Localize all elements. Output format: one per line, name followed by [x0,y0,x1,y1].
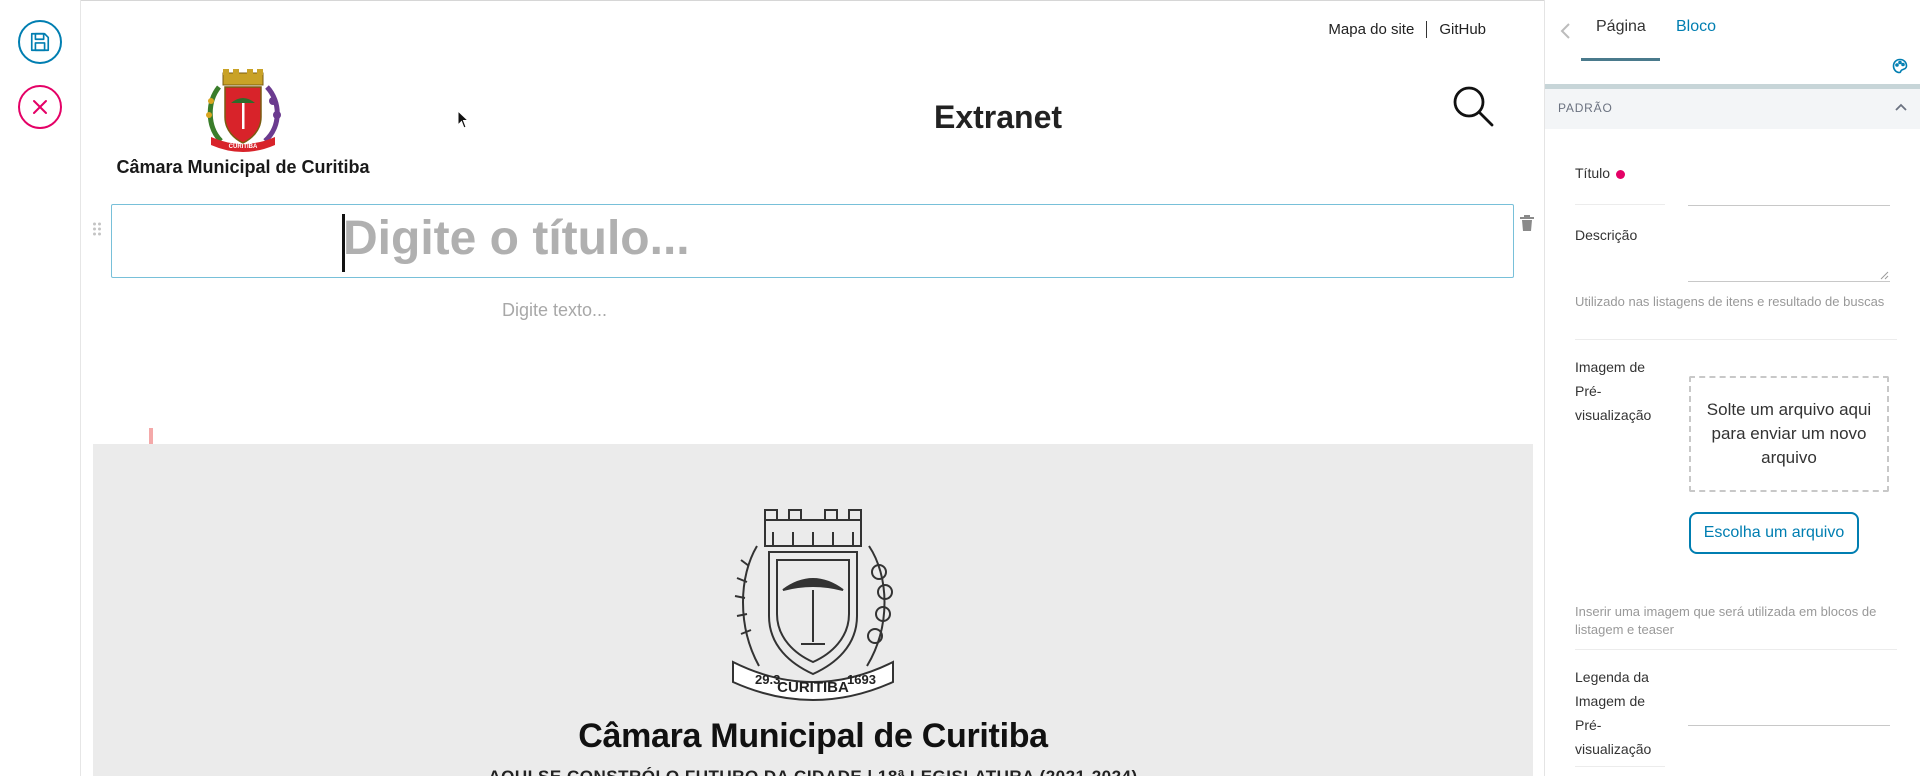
close-icon [33,100,47,114]
save-button[interactable] [18,20,62,64]
field-divider [1575,204,1665,205]
titulo-label: Título [1575,161,1626,185]
section-label: PADRÃO [1558,101,1613,115]
search-button[interactable] [1452,85,1496,129]
right-sidebar: Página Bloco PADRÃO Título Descrição Uti… [1544,0,1920,776]
chevron-up-icon[interactable] [1895,103,1907,111]
choose-file-button[interactable]: Escolha um arquivo [1689,512,1859,554]
title-input[interactable]: Digite o título... [343,211,690,266]
legenda-label: Legenda da Imagem de Pré-visualização [1575,669,1652,757]
cancel-button[interactable] [18,85,62,129]
main-content: Mapa do site GitHub CURITIBA Câmara Muni… [82,1,1544,776]
legenda-input[interactable] [1688,725,1890,726]
svg-text:CURITIBA: CURITIBA [229,144,258,150]
logo-name: Câmara Municipal de Curitiba [116,157,370,177]
header-link-separator [1426,21,1428,38]
seal-right-text: 1693 [847,672,876,687]
image-dropzone[interactable]: Solte um arquivo aqui para enviar um nov… [1689,376,1889,492]
chevron-left-icon[interactable] [1559,22,1571,40]
banner-tagline: AQUI SE CONSTRÓI O FUTURO DA CIDADE | 18… [93,767,1533,776]
text-caret [342,214,345,272]
text-input[interactable]: Digite texto... [502,300,607,321]
header-banner: 29.3 CURITIBA 1693 Câmara Municipal de C… [93,444,1533,776]
resize-grip-icon[interactable] [1880,271,1889,280]
descricao-textarea[interactable] [1688,228,1890,282]
seal-city-text: CURITIBA [777,679,849,696]
left-toolbar [0,0,81,776]
drag-handle-icon[interactable] [92,221,102,237]
title-block[interactable] [111,204,1514,278]
site-logo[interactable]: CURITIBA Câmara Municipal de Curitiba [112,67,374,178]
imagem-help: Inserir uma imagem que será utilizada em… [1575,604,1877,637]
sitemap-link[interactable]: Mapa do site [1328,21,1414,38]
github-link[interactable]: GitHub [1439,21,1486,38]
descricao-label: Descrição [1575,227,1638,243]
mouse-pointer-icon [457,110,470,129]
coat-of-arms-logo: CURITIBA [206,69,281,152]
field-divider [1575,766,1665,767]
field-divider [1575,649,1897,650]
imagem-label: Imagem de Pré-visualização [1575,359,1652,423]
header-links: Mapa do site GitHub [1328,21,1486,38]
tab-pagina[interactable]: Página [1596,18,1646,36]
floppy-disk-icon [30,32,50,52]
palette-icon[interactable] [1892,58,1908,74]
section-header-padrao[interactable]: PADRÃO [1545,89,1920,129]
tab-bloco[interactable]: Bloco [1676,18,1716,36]
required-indicator [1616,169,1626,179]
active-tab-indicator [1581,58,1660,61]
descricao-help: Utilizado nas listagens de itens e resul… [1575,294,1885,309]
field-divider [1575,339,1897,340]
site-title: Extranet [933,99,1063,135]
coat-of-arms-image: 29.3 CURITIBA 1693 [732,509,894,701]
titulo-label-text: Título [1575,165,1611,181]
search-icon [1453,86,1494,127]
trash-icon[interactable] [1519,214,1535,232]
titulo-input[interactable] [1688,205,1890,206]
banner-title: Câmara Municipal de Curitiba [578,717,1048,755]
